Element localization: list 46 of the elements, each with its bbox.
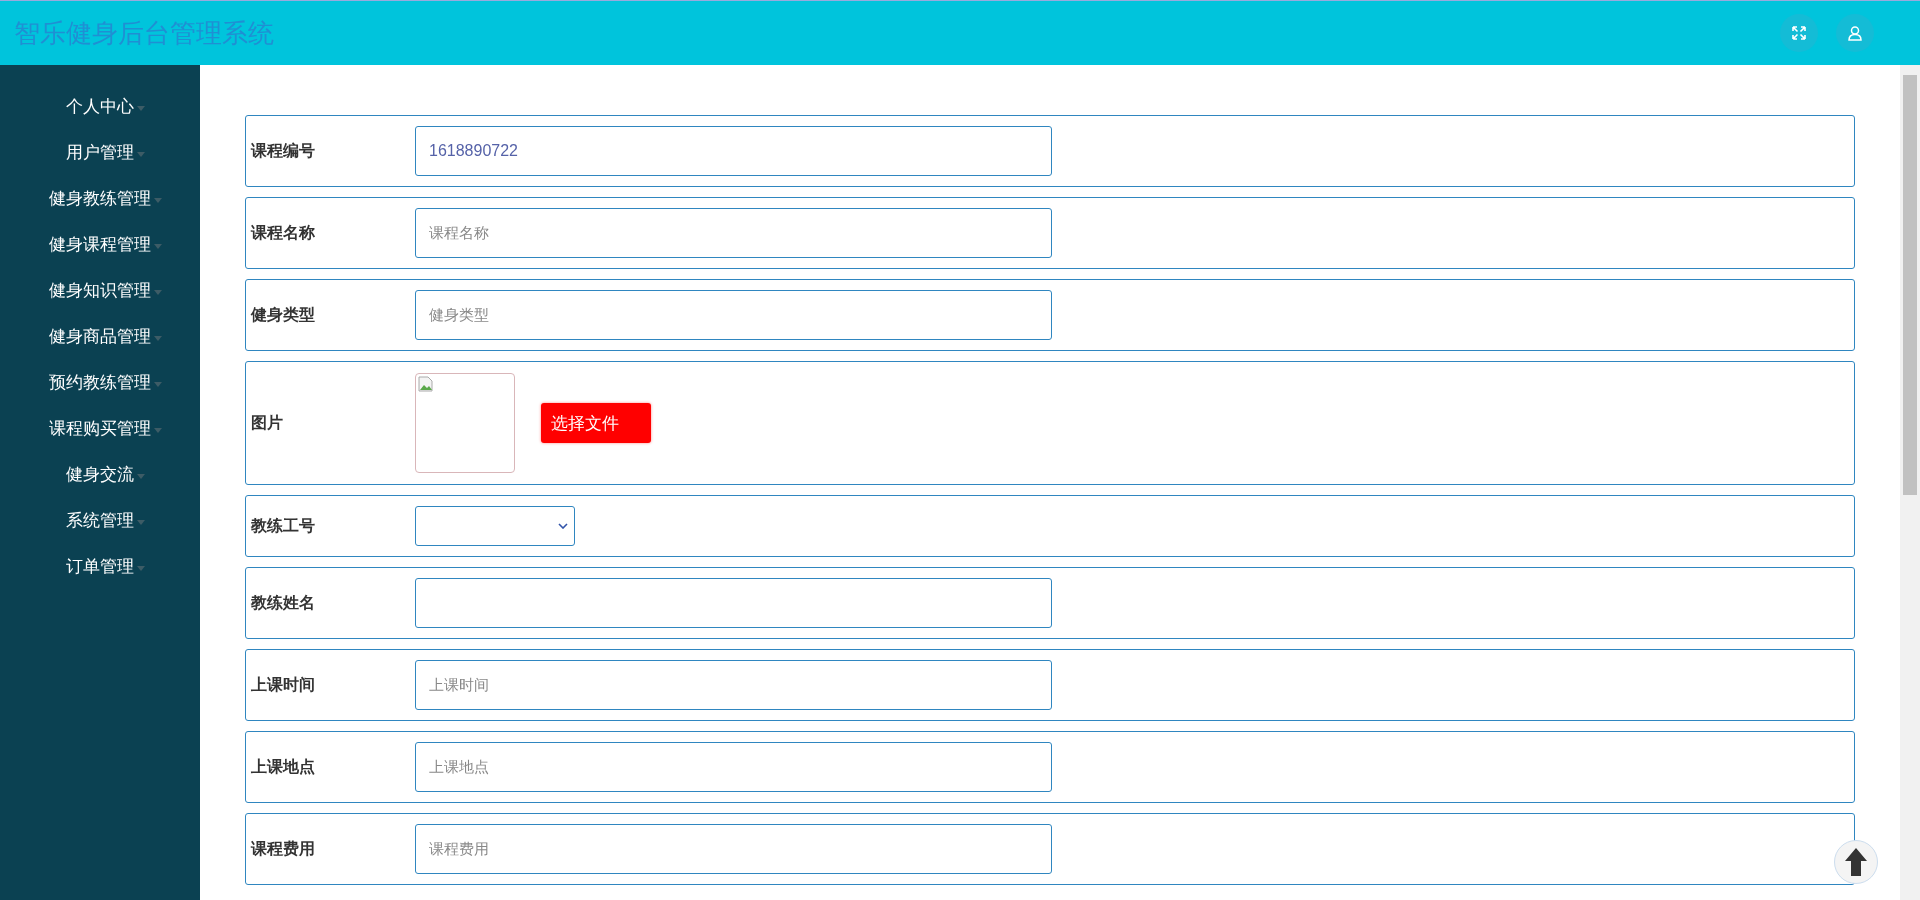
caret-icon: [136, 473, 145, 479]
field-label: 课程费用: [251, 838, 316, 859]
field-label: 课程编号: [251, 140, 316, 161]
caret-icon: [136, 565, 145, 571]
caret-icon: [153, 427, 162, 433]
field-label: 健身类型: [251, 304, 316, 325]
input-field[interactable]: 健身类型: [415, 290, 1052, 340]
field-label: 教练姓名: [251, 592, 316, 613]
back-to-top-button[interactable]: [1834, 840, 1878, 884]
field-label: 上课地点: [251, 756, 316, 777]
sidebar-item[interactable]: 用户管理: [55, 141, 145, 165]
field-label: 图片: [251, 412, 284, 433]
arrow-up-icon: [1845, 848, 1867, 876]
field-label: 教练工号: [251, 515, 316, 536]
caret-icon: [153, 381, 162, 387]
broken-image-icon: [418, 376, 434, 392]
caret-icon: [136, 151, 145, 157]
sidebar-item[interactable]: 健身商品管理: [38, 325, 162, 349]
sidebar-item[interactable]: 健身知识管理: [38, 279, 162, 303]
choose-file-button[interactable]: 选择文件: [541, 403, 651, 443]
sidebar-item[interactable]: 课程购买管理: [38, 417, 162, 441]
scrollbar[interactable]: [1900, 65, 1920, 900]
caret-icon: [153, 197, 162, 203]
field-label: 课程名称: [251, 222, 316, 243]
sidebar-item[interactable]: 健身教练管理: [38, 187, 162, 211]
caret-icon: [136, 519, 145, 525]
field-label: 上课时间: [251, 674, 316, 695]
caret-icon: [153, 335, 162, 341]
user-icon[interactable]: [1836, 14, 1874, 52]
input-field[interactable]: 课程费用: [415, 824, 1052, 874]
caret-icon: [153, 243, 162, 249]
dropdown-field[interactable]: [415, 506, 575, 546]
input-field[interactable]: 1618890722: [415, 126, 1052, 176]
sidebar-item[interactable]: 健身交流: [55, 463, 145, 487]
input-field[interactable]: [415, 578, 1052, 628]
input-field[interactable]: 上课地点: [415, 742, 1052, 792]
sidebar-item[interactable]: 系统管理: [55, 509, 145, 533]
sidebar-item[interactable]: 个人中心: [55, 95, 145, 119]
input-field[interactable]: 课程名称: [415, 208, 1052, 258]
sidebar-item[interactable]: 订单管理: [55, 555, 145, 579]
input-field[interactable]: 上课时间: [415, 660, 1052, 710]
caret-icon: [153, 289, 162, 295]
sidebar-item[interactable]: 预约教练管理: [38, 371, 162, 395]
sidebar-item[interactable]: 健身课程管理: [38, 233, 162, 257]
caret-icon: [136, 105, 145, 111]
chevron-down-icon: [558, 523, 568, 529]
